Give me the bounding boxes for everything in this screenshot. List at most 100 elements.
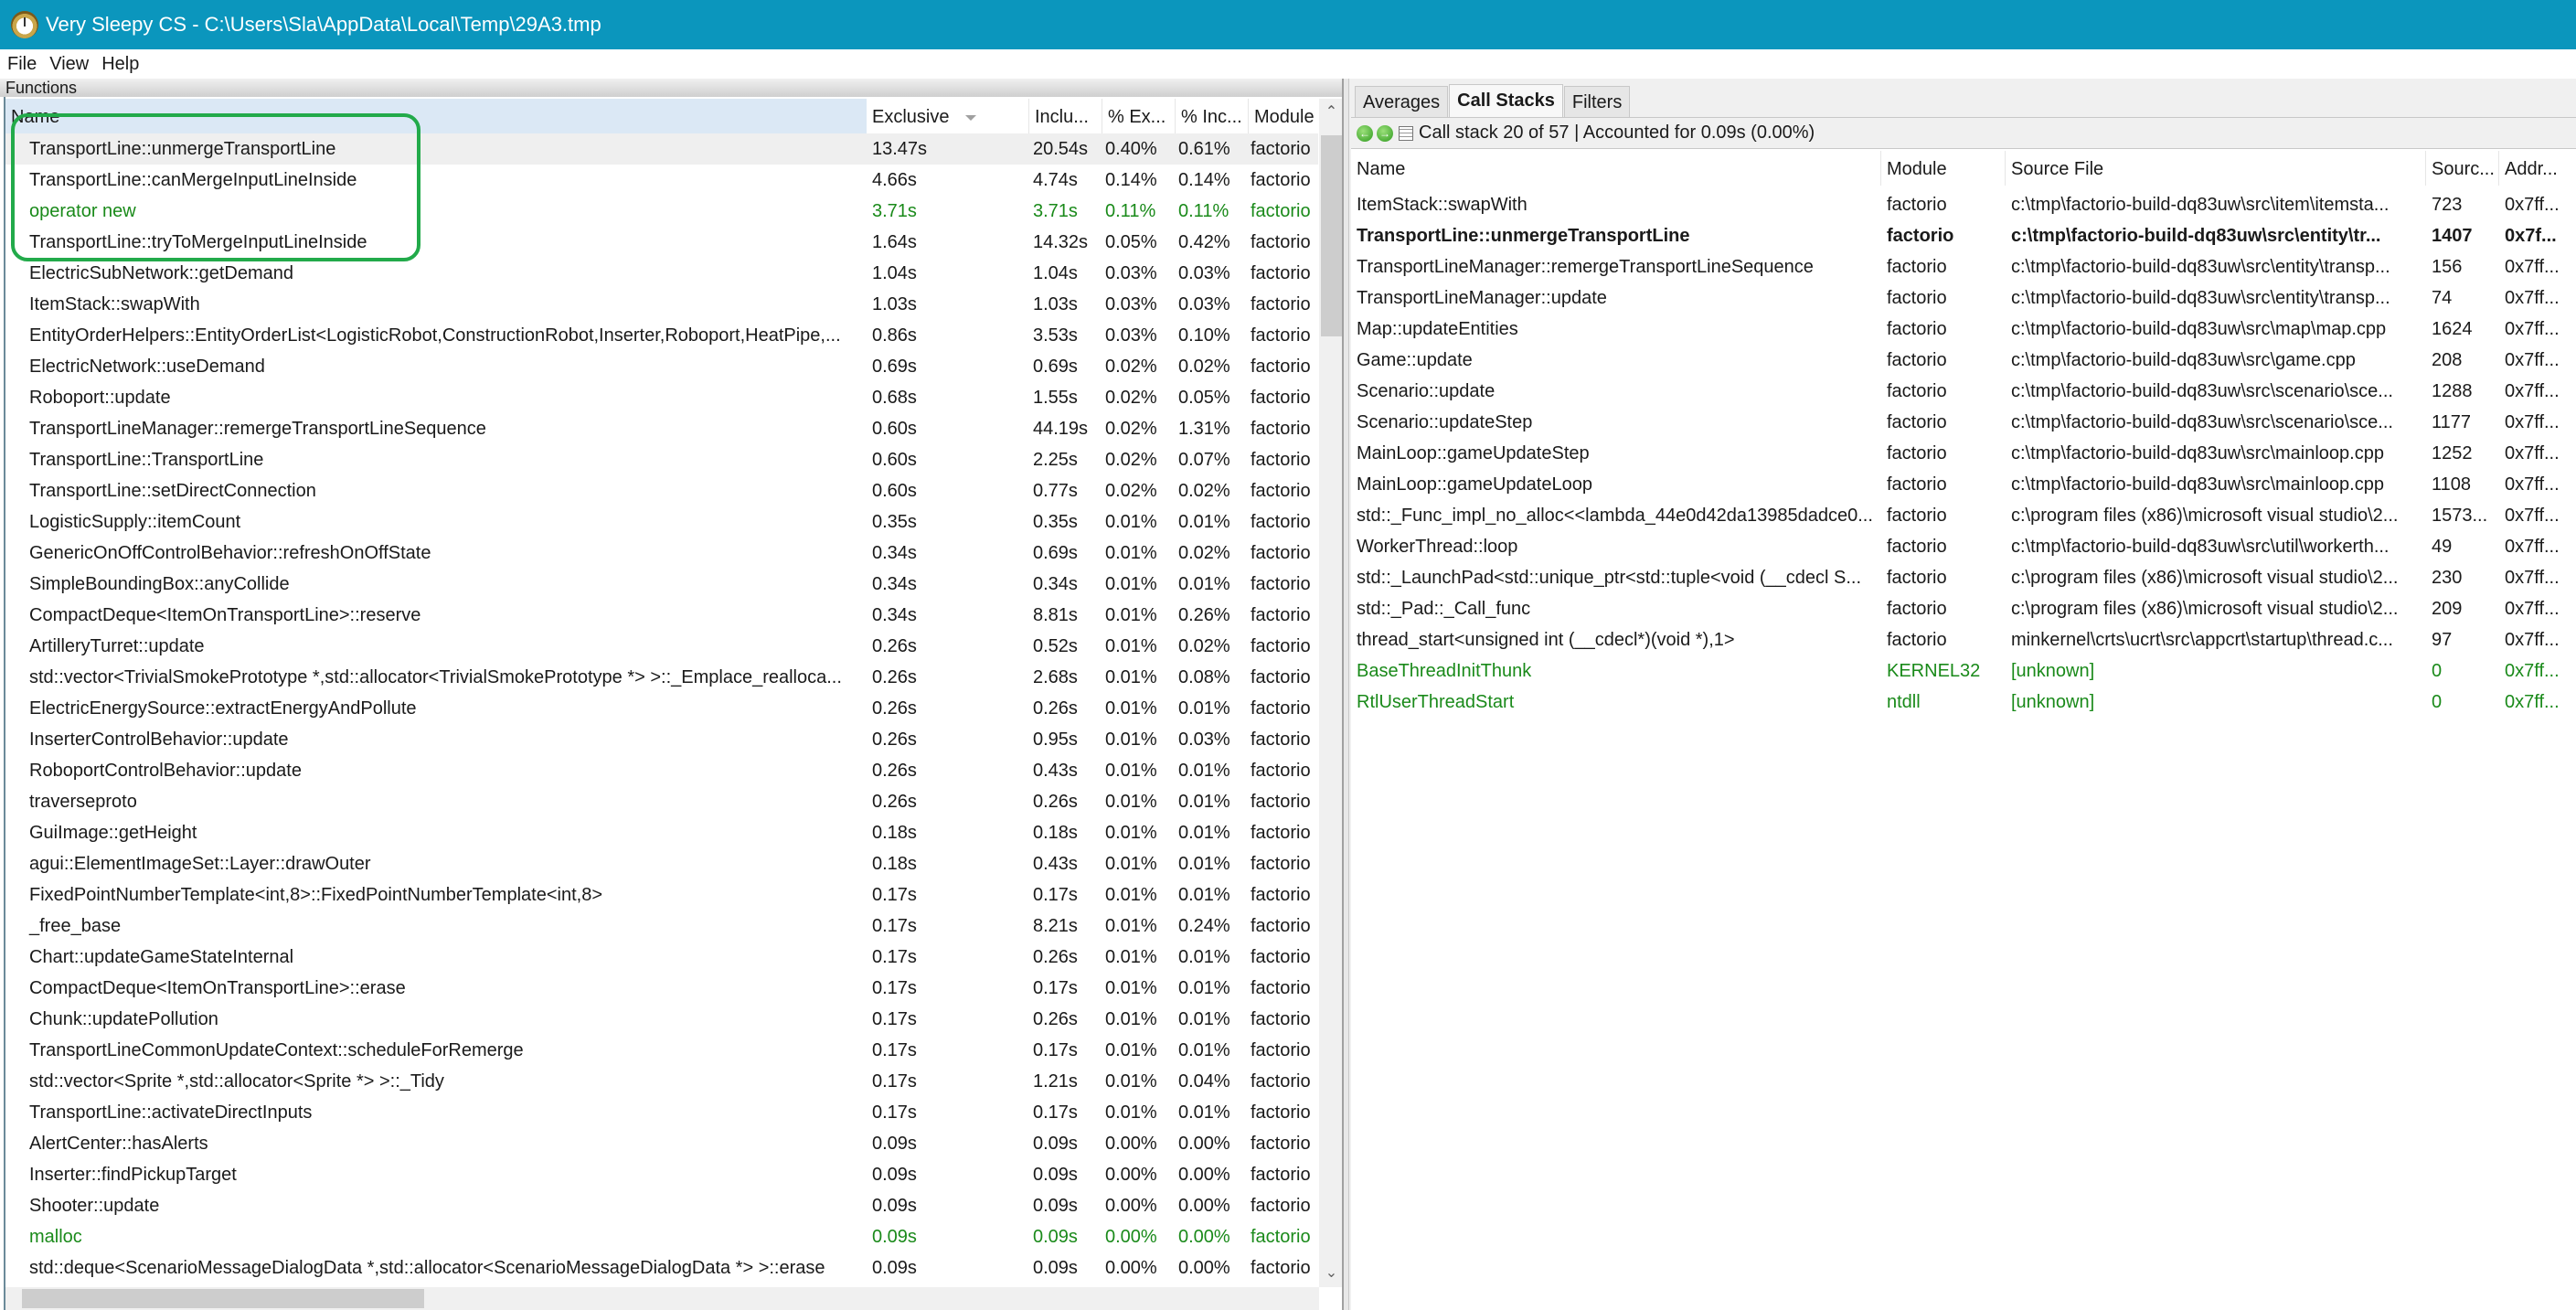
tab-filters[interactable]: Filters	[1563, 86, 1631, 117]
function-exclusive-cell: 0.26s	[872, 636, 917, 656]
call-stack-row[interactable]: std::_Func_impl_no_alloc<<lambda_44e0d42…	[1351, 500, 2576, 531]
call-stack-row[interactable]: Map::updateEntities factorio c:\tmp\factor…	[1351, 314, 2576, 345]
function-pct-inc-cell: 0.11%	[1178, 201, 1229, 221]
menu-file[interactable]: File	[7, 54, 37, 75]
function-row[interactable]: TransportLine::canMergeInputLineInside 4.…	[5, 165, 1318, 196]
function-row[interactable]: CompactDeque<ItemOnTransportLine>::erase…	[5, 973, 1318, 1004]
function-inclusive-cell: 0.43s	[1033, 854, 1078, 874]
function-row[interactable]: TransportLineManager::remergeTransportLi…	[5, 413, 1318, 444]
call-stack-row[interactable]: std::_LaunchPad<std::unique_ptr<std::tup…	[1351, 562, 2576, 593]
call-stack-row[interactable]: TransportLineManager::remergeTransportLi…	[1351, 251, 2576, 282]
function-row[interactable]: GuiImage::getHeight 0.18s 0.18s 0.01% 0.01% f…	[5, 817, 1318, 848]
function-row[interactable]: CompactDeque<ItemOnTransportLine>::reser…	[5, 600, 1318, 631]
tab-call-stacks[interactable]: Call Stacks	[1449, 84, 1563, 117]
function-pct-ex-cell: 0.00%	[1105, 1258, 1157, 1278]
column-header-source-file[interactable]: Source File	[2006, 151, 2426, 186]
function-inclusive-cell: 0.26s	[1033, 698, 1078, 719]
function-row[interactable]: std::deque<ScenarioMessageDialogData *,s…	[5, 1252, 1318, 1283]
column-header-exclusive[interactable]: Exclusive	[867, 99, 1029, 133]
function-inclusive-cell: 1.21s	[1033, 1071, 1078, 1092]
column-header-address[interactable]: Addr...	[2499, 151, 2576, 186]
function-row[interactable]: SimpleBoundingBox::anyCollide 0.34s 0.34s 0…	[5, 569, 1318, 600]
grid-icon[interactable]	[1399, 125, 1413, 141]
menu-view[interactable]: View	[49, 54, 89, 75]
column-header-pct-exclusive[interactable]: % Ex...	[1102, 99, 1176, 133]
function-row[interactable]: ElectricNetwork::useDemand 0.69s 0.69s 0.02…	[5, 351, 1318, 382]
scroll-down-icon[interactable]: ⌄	[1319, 1260, 1342, 1287]
function-row[interactable]: RoboportControlBehavior::update 0.26s 0.43…	[5, 755, 1318, 786]
function-row[interactable]: LogisticSupply::itemCount 0.35s 0.35s 0.01%…	[5, 506, 1318, 538]
function-row[interactable]: ArtilleryTurret::update 0.26s 0.52s 0.01% 0.…	[5, 631, 1318, 662]
column-header-name[interactable]: Name	[1351, 151, 1881, 186]
call-stack-row[interactable]: WorkerThread::loop factorio c:\tmp\factori…	[1351, 531, 2576, 562]
call-stack-row[interactable]: std::_Pad::_Call_func factorio c:\program …	[1351, 593, 2576, 624]
menu-help[interactable]: Help	[101, 54, 139, 75]
function-module-cell: factorio	[1251, 1071, 1311, 1092]
column-header-module[interactable]: Module	[1881, 151, 2006, 186]
function-row[interactable]: Shooter::update 0.09s 0.09s 0.00% 0.00% facto…	[5, 1190, 1318, 1221]
call-stack-name-cell: Map::updateEntities	[1357, 319, 1518, 339]
column-header-source-line[interactable]: Sourc...	[2426, 151, 2499, 186]
call-stack-row[interactable]: ItemStack::swapWith factorio c:\tmp\factor…	[1351, 189, 2576, 220]
function-row[interactable]: TransportLine::unmergeTransportLine 13.47…	[5, 133, 1318, 165]
function-row[interactable]: EntityOrderHelpers::EntityOrderList<Logi…	[5, 320, 1318, 351]
function-row[interactable]: GenericOnOffControlBehavior::refreshOnOf…	[5, 538, 1318, 569]
tab-averages[interactable]: Averages	[1355, 86, 1449, 117]
call-stack-name-cell: Game::update	[1357, 350, 1473, 370]
call-stack-row[interactable]: Game::update factorio c:\tmp\factorio-buil…	[1351, 345, 2576, 376]
call-stack-addr-cell: 0x7ff...	[2505, 195, 2560, 215]
function-row[interactable]: ElectricEnergySource::extractEnergyAndPo…	[5, 693, 1318, 724]
call-stack-name-cell: TransportLine::unmergeTransportLine	[1357, 226, 1690, 246]
function-row[interactable]: TransportLine::activateDirectInputs 0.17s…	[5, 1097, 1318, 1128]
function-row[interactable]: TransportLine::TransportLine 0.60s 2.25s 0.…	[5, 444, 1318, 475]
function-row[interactable]: TransportLine::tryToMergeInputLineInside…	[5, 227, 1318, 258]
function-row[interactable]: AlertCenter::hasAlerts 0.09s 0.09s 0.00% 0.0…	[5, 1128, 1318, 1159]
function-row[interactable]: traverseproto 0.26s 0.26s 0.01% 0.01% factori…	[5, 786, 1318, 817]
column-header-pct-inclusive[interactable]: % Inc...	[1176, 99, 1249, 133]
call-stack-line-cell: 0	[2432, 661, 2443, 681]
panel-splitter[interactable]	[1342, 79, 1349, 1310]
function-exclusive-cell: 0.17s	[872, 916, 917, 936]
function-row[interactable]: InserterControlBehavior::update 0.26s 0.95…	[5, 724, 1318, 755]
column-header-name[interactable]: Name	[5, 99, 867, 133]
scroll-up-icon[interactable]: ⌃	[1319, 99, 1342, 126]
arrow-right-icon[interactable]: →	[1377, 124, 1393, 142]
functions-vertical-scrollbar[interactable]: ⌃ ⌄	[1319, 99, 1342, 1287]
function-row[interactable]: FixedPointNumberTemplate<int,8>::FixedPo…	[5, 879, 1318, 911]
function-row[interactable]: malloc 0.09s 0.09s 0.00% 0.00% factorio	[5, 1221, 1318, 1252]
arrow-left-icon[interactable]: ←	[1357, 124, 1373, 142]
call-stack-row[interactable]: BaseThreadInitThunk KERNEL32 [unknown] 0 0x7…	[1351, 655, 2576, 687]
function-row[interactable]: std::vector<TrivialSmokePrototype *,std:…	[5, 662, 1318, 693]
function-exclusive-cell: 0.26s	[872, 730, 917, 750]
call-stack-line-cell: 1252	[2432, 443, 2473, 463]
call-stack-row[interactable]: Scenario::updateStep factorio c:\tmp\facto…	[1351, 407, 2576, 438]
call-stack-row[interactable]: thread_start<unsigned int (__cdecl*)(voi…	[1351, 624, 2576, 655]
function-row[interactable]: ItemStack::swapWith 1.03s 1.03s 0.03% 0.03% f…	[5, 289, 1318, 320]
call-stack-row[interactable]: RtlUserThreadStart ntdll [unknown] 0 0x7ff..…	[1351, 687, 2576, 718]
function-row[interactable]: TransportLine::setDirectConnection 0.60s 0…	[5, 475, 1318, 506]
call-stack-row[interactable]: MainLoop::gameUpdateStep factorio c:\tmp\f…	[1351, 438, 2576, 469]
function-row[interactable]: operator new 3.71s 3.71s 0.11% 0.11% factorio	[5, 196, 1318, 227]
function-row[interactable]: TransportLineCommonUpdateContext::schedu…	[5, 1035, 1318, 1066]
function-row[interactable]: Inserter::findPickupTarget 0.09s 0.09s 0.00…	[5, 1159, 1318, 1190]
function-pct-ex-cell: 0.11%	[1105, 201, 1156, 221]
function-row[interactable]: _free_base 0.17s 8.21s 0.01% 0.24% factorio	[5, 911, 1318, 942]
scrollbar-thumb[interactable]	[22, 1289, 424, 1308]
column-header-inclusive[interactable]: Inclu...	[1029, 99, 1102, 133]
functions-horizontal-scrollbar[interactable]	[5, 1287, 1319, 1310]
call-stack-row[interactable]: TransportLine::unmergeTransportLine facto…	[1351, 220, 2576, 251]
scrollbar-thumb[interactable]	[1321, 135, 1342, 336]
function-inclusive-cell: 1.03s	[1033, 294, 1078, 314]
function-row[interactable]: std::vector<Sprite *,std::allocator<Spri…	[5, 1066, 1318, 1097]
call-stack-row[interactable]: Scenario::update factorio c:\tmp\factorio-…	[1351, 376, 2576, 407]
function-row[interactable]: Roboport::update 0.68s 1.55s 0.02% 0.05% fact…	[5, 382, 1318, 413]
column-header-module[interactable]: Module	[1249, 99, 1318, 133]
call-stack-row[interactable]: TransportLineManager::update factorio c:\t…	[1351, 282, 2576, 314]
function-row[interactable]: agui::ElementImageSet::Layer::drawOuter 0…	[5, 848, 1318, 879]
function-row[interactable]: Chart::updateGameStateInternal 0.17s 0.26s…	[5, 942, 1318, 973]
call-stack-name-cell: std::_Pad::_Call_func	[1357, 599, 1531, 619]
function-pct-inc-cell: 0.04%	[1178, 1071, 1230, 1092]
call-stack-row[interactable]: MainLoop::gameUpdateLoop factorio c:\tmp\f…	[1351, 469, 2576, 500]
function-row[interactable]: Chunk::updatePollution 0.17s 0.26s 0.01% 0.0…	[5, 1004, 1318, 1035]
function-row[interactable]: ElectricSubNetwork::getDemand 1.04s 1.04s 0…	[5, 258, 1318, 289]
